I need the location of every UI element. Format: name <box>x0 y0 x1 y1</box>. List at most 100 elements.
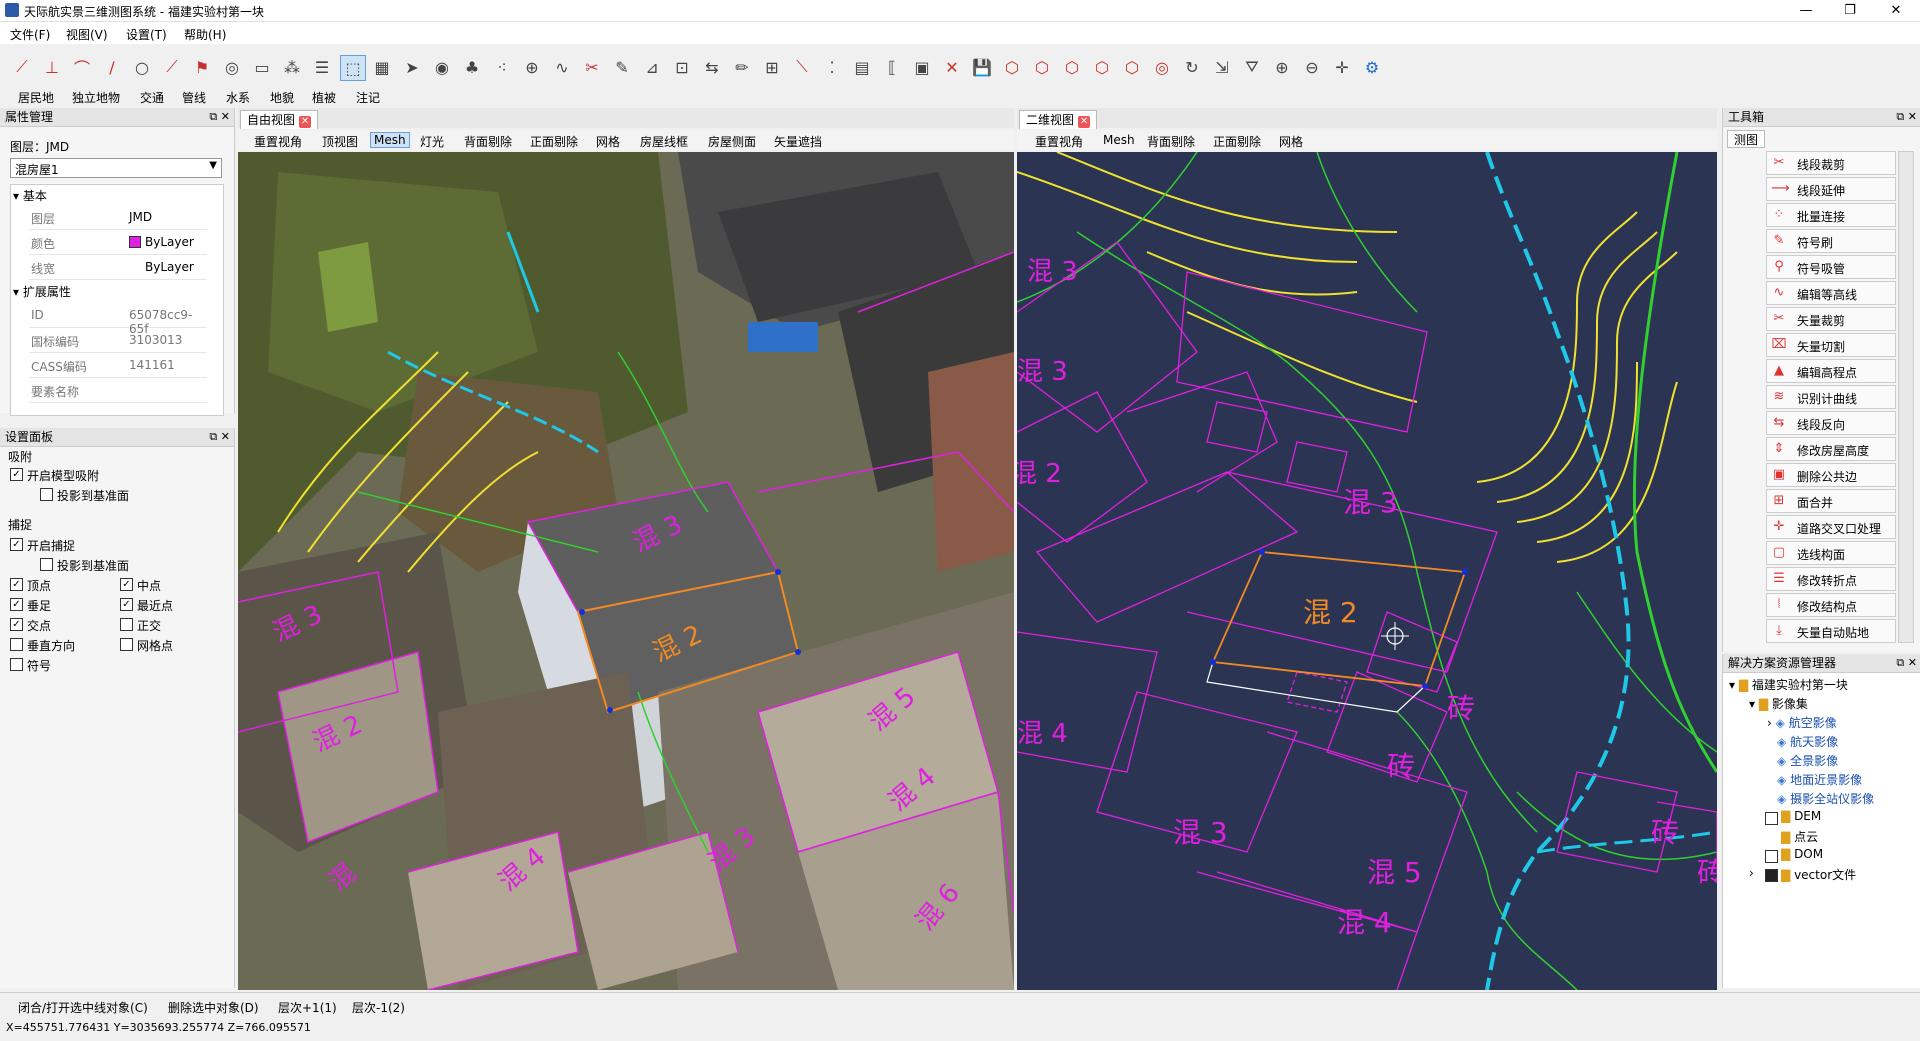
remove-icon[interactable]: ⊖ <box>1300 55 1324 79</box>
checkbox-nearest[interactable]: ✓ <box>120 598 133 611</box>
save-icon[interactable]: 💾 <box>970 55 994 79</box>
arrows-icon[interactable]: ⇆ <box>700 55 724 79</box>
flag-icon[interactable]: ⚑ <box>190 55 214 79</box>
tool-delete-common-edge[interactable]: ▣ 删除公共边 <box>1766 463 1896 487</box>
tool-modify-turn-point[interactable]: ☰ 修改转折点 <box>1766 567 1896 591</box>
checkbox-enable-snap[interactable]: ✓ <box>10 538 23 551</box>
layers-icon[interactable]: ☰ <box>310 55 334 79</box>
layer-tab-independent[interactable]: 独立地物 <box>72 89 120 106</box>
brush-icon[interactable]: ✎ <box>610 55 634 79</box>
tool-select-line-build-face[interactable]: ▢ 选线构面 <box>1766 541 1896 565</box>
layer-tab-water[interactable]: 水系 <box>226 89 250 106</box>
menu-file[interactable]: 文件(F) <box>10 26 50 43</box>
checkbox-vector[interactable] <box>1765 869 1778 882</box>
grid-icon[interactable]: ⊞ <box>760 55 784 79</box>
tool-reset-view[interactable]: 重置视角 <box>254 133 302 150</box>
free-view-canvas[interactable]: 混 3 混 2 混 3 混 2 混 4 混 5 混 4 混 6 混 3 混 <box>238 152 1014 990</box>
tool-edit-contour[interactable]: ∿ 编辑等高线 <box>1766 281 1896 305</box>
tree-pointcloud[interactable]: ▇ 点云 <box>1781 828 1818 845</box>
tool-frontface-cull[interactable]: 正面剔除 <box>530 133 578 150</box>
menu-help[interactable]: 帮助(H) <box>184 26 226 43</box>
screen-icon[interactable]: ▣ <box>910 55 934 79</box>
arc-icon[interactable]: ⌒ <box>70 55 94 79</box>
shield5-icon[interactable]: ⬡ <box>1120 55 1144 79</box>
measure-icon[interactable]: ⊿ <box>640 55 664 79</box>
circle-icon[interactable]: ○ <box>130 55 154 79</box>
plan-view-canvas[interactable]: 混 3 混 3 混 2 混 3 混 2 混 4 混 3 混 5 混 4 砖 砖 … <box>1017 152 1717 990</box>
panel-close-icon[interactable]: ⧉ ✕ <box>1896 108 1917 126</box>
refresh-icon[interactable]: ↻ <box>1180 55 1204 79</box>
pointer-icon[interactable]: ➤ <box>400 55 424 79</box>
checkbox-vertex[interactable]: ✓ <box>10 578 23 591</box>
tool-segment-trim[interactable]: ✂ 线段裁剪 <box>1766 151 1896 175</box>
action-level-up[interactable]: 层次+1(1) <box>278 999 337 1016</box>
menu-settings[interactable]: 设置(T) <box>126 26 167 43</box>
tree-vector[interactable]: ▇ vector文件 <box>1781 866 1856 883</box>
tool-merge-faces[interactable]: ⊞ 面合并 <box>1766 489 1896 513</box>
checkbox-dem[interactable] <box>1765 812 1778 825</box>
curve-icon[interactable]: ∿ <box>550 55 574 79</box>
tree-closerange-image[interactable]: ◈ 地面近景影像 <box>1777 771 1862 788</box>
dots-icon[interactable]: ⁚ <box>820 55 844 79</box>
select-icon[interactable]: ⬚ <box>340 55 366 81</box>
add-icon[interactable]: ⊕ <box>1270 55 1294 79</box>
tool-segment-extend[interactable]: ⟶ 线段延伸 <box>1766 177 1896 201</box>
tab-free-view[interactable]: 自由视图 ✕ <box>240 110 319 129</box>
tool-segment-reverse[interactable]: ⇆ 线段反向 <box>1766 411 1896 435</box>
segment-icon[interactable]: ∕ <box>100 55 124 79</box>
tool-modify-structure-point[interactable]: ⦚ 修改结构点 <box>1766 593 1896 617</box>
cut-icon[interactable]: ✂ <box>580 55 604 79</box>
layer-tab-landform[interactable]: 地貌 <box>270 89 294 106</box>
tool-identify-index-contour[interactable]: ≋ 识别计曲线 <box>1766 385 1896 409</box>
node-icon[interactable]: ⁂ <box>280 55 304 79</box>
mesh-icon[interactable]: ▦ <box>370 55 394 79</box>
tab-plan-view[interactable]: 二维视图 ✕ <box>1019 110 1098 129</box>
symbol-icon[interactable]: ◎ <box>220 55 244 79</box>
shield4-icon[interactable]: ⬡ <box>1090 55 1114 79</box>
tool-grid[interactable]: 网格 <box>1279 133 1303 150</box>
action-level-down[interactable]: 层次-1(2) <box>352 999 405 1016</box>
layer-tab-annotation[interactable]: 注记 <box>356 89 380 106</box>
tree-photo-station-image[interactable]: ◈ 摄影全站仪影像 <box>1777 790 1874 807</box>
tool-backface-cull[interactable]: 背面剔除 <box>1147 133 1195 150</box>
snap-icon[interactable]: ⊕ <box>520 55 544 79</box>
target-red-icon[interactable]: ◎ <box>1150 55 1174 79</box>
tree-icon[interactable]: ♣ <box>460 55 484 79</box>
tool-symbol-brush[interactable]: ✎ 符号刷 <box>1766 229 1896 253</box>
bracket-icon[interactable]: ⟦ <box>880 55 904 79</box>
prop-row-feature-name[interactable]: 要素名称 <box>29 378 207 403</box>
layer-tab-vegetation[interactable]: 植被 <box>312 89 336 106</box>
checkbox-adsorb-project[interactable] <box>40 488 53 501</box>
shield3-icon[interactable]: ⬡ <box>1060 55 1084 79</box>
tree-expand-vector[interactable]: › <box>1749 866 1754 880</box>
layer-tab-jmd[interactable]: 居民地 <box>18 89 54 106</box>
move-icon[interactable]: ✛ <box>1330 55 1354 79</box>
gear-icon[interactable]: ⚙ <box>1360 55 1384 79</box>
tree-root[interactable]: ▾ ▇ 福建实验村第一块 <box>1729 676 1848 693</box>
tool-backface-cull[interactable]: 背面剔除 <box>464 133 512 150</box>
checkbox-vertical[interactable] <box>10 638 23 651</box>
shield1-icon[interactable]: ⬡ <box>1000 55 1024 79</box>
checkbox-symbol[interactable] <box>10 658 23 671</box>
target-icon[interactable]: ◉ <box>430 55 454 79</box>
tool-edit-elevation-point[interactable]: ▲ 编辑高程点 <box>1766 359 1896 383</box>
minimize-button[interactable]: — <box>1786 2 1826 19</box>
tree-dem[interactable]: ▇ DEM <box>1781 809 1821 823</box>
checkbox-perpendicular[interactable]: ✓ <box>10 598 23 611</box>
layer-select[interactable]: 混房屋1 ▼ <box>10 158 222 178</box>
close-icon[interactable]: ✕ <box>1078 116 1091 128</box>
tool-light[interactable]: 灯光 <box>420 133 444 150</box>
section-extended[interactable]: ▾ 扩展属性 <box>13 283 71 300</box>
checkbox-dom[interactable] <box>1765 850 1778 863</box>
menu-view[interactable]: 视图(V) <box>66 26 108 43</box>
tool-frontface-cull[interactable]: 正面剔除 <box>1213 133 1261 150</box>
layer-tab-traffic[interactable]: 交通 <box>140 89 164 106</box>
tool-vector-occlusion[interactable]: 矢量遮挡 <box>774 133 822 150</box>
close-icon[interactable]: ✕ <box>299 116 312 128</box>
tree-panorama-image[interactable]: ◈ 全景影像 <box>1777 752 1838 769</box>
tree-aerial-image[interactable]: › ◈ 航空影像 <box>1767 714 1837 731</box>
tool-symbol-picker[interactable]: ⚲ 符号吸管 <box>1766 255 1896 279</box>
toolbox-scrollbar[interactable] <box>1898 151 1914 643</box>
tool-vector-cut[interactable]: ⌧ 矢量切割 <box>1766 333 1896 357</box>
prop-row-gb-code[interactable]: 国标编码 3103013 <box>29 328 207 353</box>
